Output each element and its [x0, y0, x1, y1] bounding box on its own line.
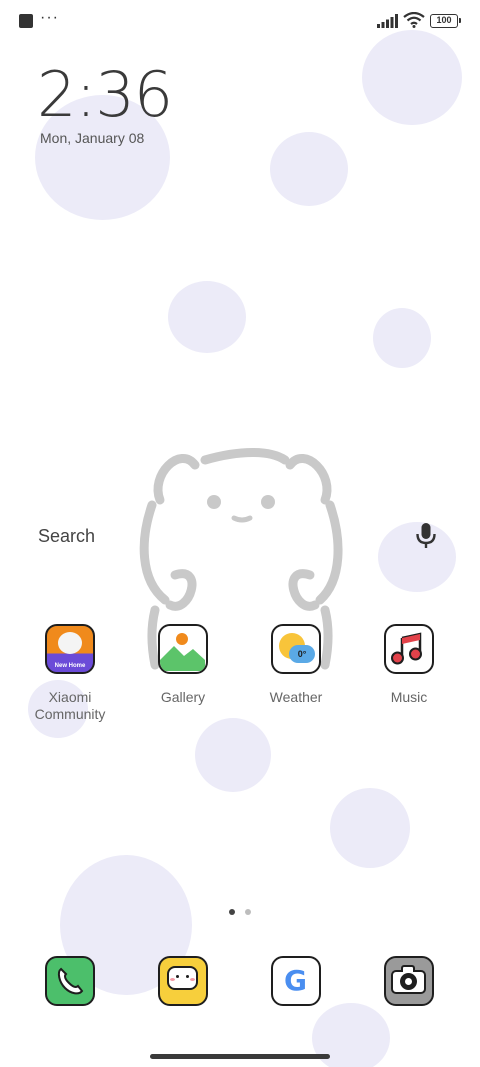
clock-date[interactable]: Mon, January 08	[40, 130, 144, 146]
search-label: Search	[38, 526, 96, 546]
more-notifications-indicator: ···	[40, 9, 59, 26]
clock-time[interactable]: 2:36	[37, 58, 173, 131]
app-label: Weather	[269, 689, 323, 705]
weather-temp: 0°	[289, 645, 315, 663]
dock-google[interactable]: G	[241, 956, 351, 1006]
app-music[interactable]: Music	[354, 624, 464, 706]
wifi-icon	[403, 12, 425, 28]
home-gesture-bar[interactable]	[150, 1054, 330, 1059]
dock-phone[interactable]	[15, 956, 125, 1006]
notification-icon	[19, 14, 33, 28]
app-gallery[interactable]: Gallery	[128, 624, 238, 706]
music-icon	[384, 624, 434, 674]
phone-icon	[45, 956, 95, 1006]
app-label: Gallery	[160, 689, 206, 705]
status-bar: ··· 100	[0, 0, 480, 40]
page-indicator[interactable]	[245, 909, 251, 915]
signal-icon	[377, 14, 398, 28]
app-label: Xiaomi Community	[34, 689, 106, 722]
dock-camera[interactable]	[354, 956, 464, 1006]
google-icon: G	[271, 956, 321, 1006]
weather-icon: 0°	[271, 624, 321, 674]
messages-icon	[158, 956, 208, 1006]
app-weather[interactable]: 0° Weather	[241, 624, 351, 706]
app-label: Music	[390, 689, 428, 705]
page-indicator-active[interactable]	[229, 909, 235, 915]
camera-icon	[384, 956, 434, 1006]
microphone-icon[interactable]	[414, 522, 438, 550]
app-badge: New Home	[54, 663, 86, 669]
search-bar[interactable]: Search	[24, 510, 456, 562]
xiaomi-community-icon: New Home	[45, 624, 95, 674]
battery-icon: 100	[430, 14, 461, 28]
app-xiaomi-community[interactable]: New Home Xiaomi Community	[15, 624, 125, 723]
google-glyph: G	[284, 964, 307, 997]
gallery-icon	[158, 624, 208, 674]
dock-messages[interactable]	[128, 956, 238, 1006]
